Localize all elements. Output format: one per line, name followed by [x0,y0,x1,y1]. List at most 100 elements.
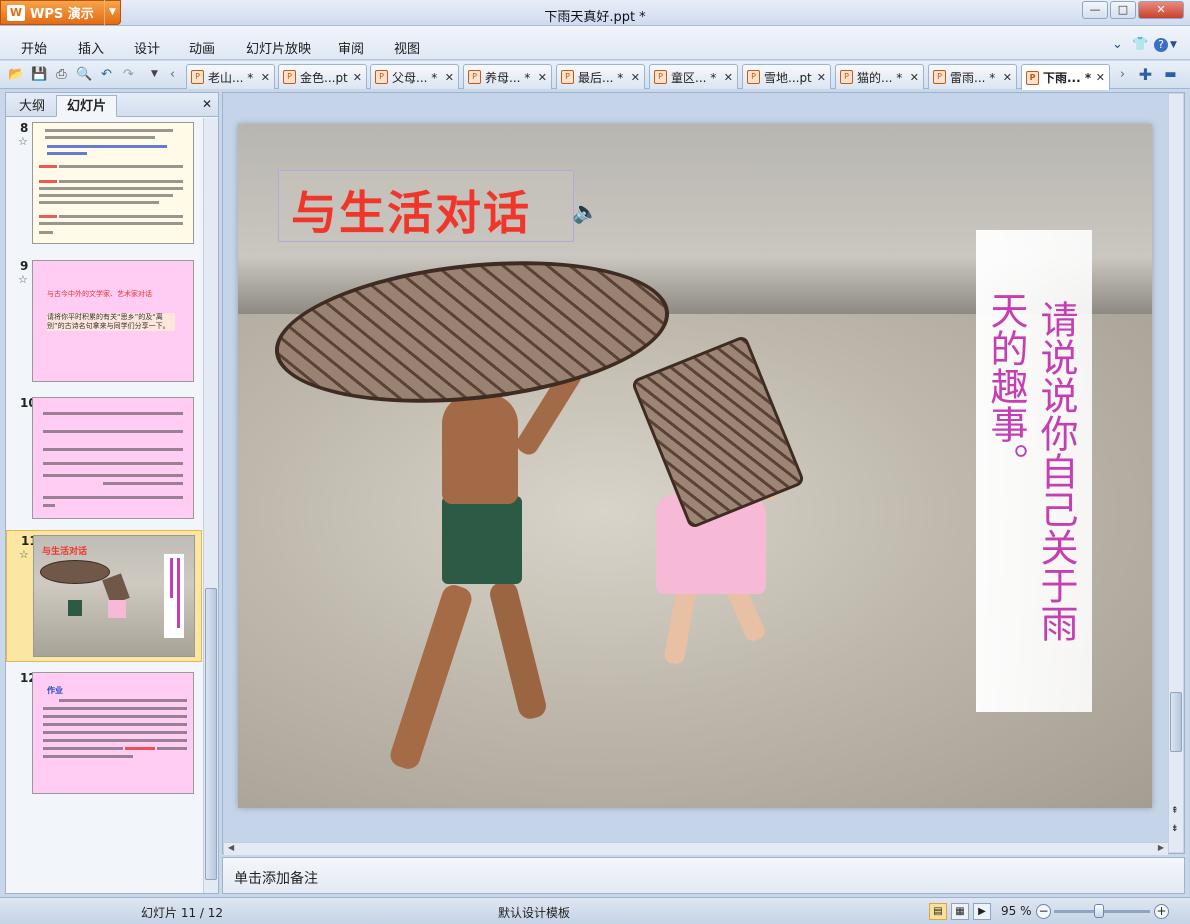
undo-icon[interactable]: ↶ [98,66,115,83]
vertical-text-box[interactable]: 请说说你自己关于雨 天的趣事。 [976,230,1092,712]
close-icon[interactable]: ✕ [1096,71,1105,84]
menu-bar: 开始 插入 设计 动画 幻灯片放映 审阅 视图 ⌄ 👕 ? ▼ [0,26,1190,60]
current-slide[interactable]: 与生活对话 🔈 请说说你自己关于雨 天的趣事。 [238,124,1152,808]
slide-preview: 与生活对话 [33,535,195,657]
slide-counter: 幻灯片 11 / 12 [141,906,224,920]
doc-tab-active[interactable]: P 下雨... * ✕ [1021,64,1110,90]
wps-logo-icon: W [7,4,25,21]
ppt-file-icon: P [375,70,388,84]
close-icon[interactable]: ✕ [631,71,640,84]
slide-horizontal-scrollbar[interactable]: ◀ ▶ [224,842,1168,855]
close-icon[interactable]: ✕ [910,71,919,84]
print-icon[interactable]: ⎙ [53,66,70,83]
doc-tab-3[interactable]: P 父母... * ✕ [370,64,459,89]
zoom-out-button[interactable]: − [1036,904,1051,919]
slide-vertical-scrollbar[interactable]: ⇞ ⇟ [1168,94,1183,852]
scrollbar-thumb[interactable] [205,588,217,880]
close-icon[interactable]: ✕ [445,71,454,84]
new-tab-icon[interactable]: ✚ [1137,66,1154,83]
thumbnail-scrollbar[interactable] [203,118,218,893]
close-icon[interactable]: ✕ [1003,71,1012,84]
doc-tab-5[interactable]: P 最后... * ✕ [556,64,645,89]
tab-slides[interactable]: 幻灯片 [56,95,118,117]
title-bar: W WPS 演示 ▼ 下雨天真好.ppt * — □ ✕ [0,0,1190,26]
ribbon-collapse-button[interactable]: ⌄ [1112,37,1123,52]
scrollbar-thumb[interactable] [1170,692,1182,752]
tab-list-icon[interactable]: ▬ [1162,66,1179,83]
customize-toolbar-icon[interactable]: ▼ [146,66,163,83]
close-icon[interactable]: ✕ [261,71,270,84]
slide-title-box[interactable]: 与生活对话 [278,170,574,242]
help-dropdown-icon[interactable]: ▼ [1170,40,1177,50]
panel-tabs: 大纲 幻灯片 ✕ [6,93,218,117]
speaker-icon[interactable]: 🔈 [572,200,599,225]
slide-thumbnail-9[interactable]: 9 ☆ 与古今中外的文学家、艺术家对话 请将你平时积累的有关“思乡”的及“离别”… [6,256,202,386]
prev-slide-icon[interactable]: ⇞ [1171,806,1179,816]
slideshow-view-button[interactable]: ▶ [973,903,991,920]
menu-design[interactable]: 设计 [134,38,160,57]
menu-insert[interactable]: 插入 [78,38,104,57]
ppt-file-icon: P [1026,70,1039,85]
zoom-level: 95 % [1001,904,1032,918]
status-bar: 幻灯片 11 / 12 默认设计模板 ▤ ▦ ▶ 95 % − + [0,897,1190,924]
slide-thumbnail-10[interactable]: 10 [6,393,202,523]
ppt-file-icon: P [747,70,760,84]
close-icon[interactable]: ✕ [817,71,826,84]
ppt-file-icon: P [283,70,296,84]
shirt-icon[interactable]: 👕 [1132,37,1148,52]
animation-star-icon: ☆ [19,548,29,561]
help-button[interactable]: ? [1154,38,1168,52]
slide-preview: 与古今中外的文学家、艺术家对话 请将你平时积累的有关“思乡”的及“离别”的古诗名… [32,260,194,382]
slide-panel: 大纲 幻灯片 ✕ 8 ☆ 9 ☆ 与古今中外的文学家、艺术家对话 请将你平时积累… [5,92,219,894]
slide-thumbnail-8[interactable]: 8 ☆ [6,118,202,248]
close-panel-icon[interactable]: ✕ [202,97,212,111]
maximize-button[interactable]: □ [1110,1,1136,19]
doc-tab-1[interactable]: P 老山... * ✕ [186,64,275,89]
doc-tab-8[interactable]: P 猫的... * ✕ [835,64,924,89]
doc-tab-2[interactable]: P 金色...pt ✕ [278,64,367,89]
tab-scroll-left-icon[interactable]: ‹ [164,66,181,83]
menu-review[interactable]: 审阅 [338,38,364,57]
next-slide-icon[interactable]: ⇟ [1171,824,1179,834]
close-icon[interactable]: ✕ [538,71,547,84]
close-window-button[interactable]: ✕ [1138,1,1184,19]
ppt-file-icon: P [468,70,481,84]
wps-app-menu-button[interactable]: W WPS 演示 ▼ [0,0,121,25]
ppt-file-icon: P [840,70,853,84]
chevron-down-icon[interactable]: ▼ [104,0,120,25]
scroll-right-icon[interactable]: ▶ [1158,843,1164,852]
ppt-file-icon: P [191,70,204,84]
open-folder-icon[interactable]: 📂 [8,66,25,83]
slide-preview [32,122,194,244]
slide-thumbnail-12[interactable]: 12 作业 [6,668,202,798]
animation-star-icon: ☆ [18,273,28,286]
close-icon[interactable]: ✕ [724,71,733,84]
save-icon[interactable]: 💾 [31,66,48,83]
menu-view[interactable]: 视图 [394,38,420,57]
minimize-button[interactable]: — [1082,1,1108,19]
menu-slideshow[interactable]: 幻灯片放映 [246,38,311,57]
slide-thumbnail-11[interactable]: 11 ☆ 与生活对话 [6,530,202,662]
tab-outline[interactable]: 大纲 [8,95,56,117]
notes-placeholder: 单击添加备注 [234,871,318,887]
slide-sorter-view-button[interactable]: ▦ [951,903,969,920]
zoom-slider-handle[interactable] [1094,904,1104,918]
menu-home[interactable]: 开始 [21,38,47,57]
doc-tab-7[interactable]: P 雪地...pt ✕ [742,64,831,89]
notes-pane[interactable]: 单击添加备注 [222,857,1185,894]
app-name: WPS 演示 [30,7,94,22]
close-icon[interactable]: ✕ [353,71,362,84]
doc-tab-4[interactable]: P 养母... * ✕ [463,64,552,89]
slide-title: 与生活对话 [291,186,531,240]
print-preview-icon[interactable]: 🔍 [76,66,93,83]
menu-animation[interactable]: 动画 [189,38,215,57]
scroll-left-icon[interactable]: ◀ [228,843,234,852]
zoom-in-button[interactable]: + [1154,904,1169,919]
tab-scroll-right-icon[interactable]: › [1114,66,1131,83]
normal-view-button[interactable]: ▤ [929,903,947,920]
redo-icon[interactable]: ↷ [120,66,137,83]
quick-toolbar: 📂 💾 ⎙ 🔍 ↶ ↷ ▼ ‹ P 老山... * ✕ P 金色...pt ✕ … [0,61,1190,90]
doc-tab-9[interactable]: P 雷雨... * ✕ [928,64,1017,89]
doc-tab-6[interactable]: P 童区... * ✕ [649,64,738,89]
slide-thumbnails: 8 ☆ 9 ☆ 与古今中外的文学家、艺术家对话 请将你平时积累的有关“思乡”的及… [6,118,202,893]
